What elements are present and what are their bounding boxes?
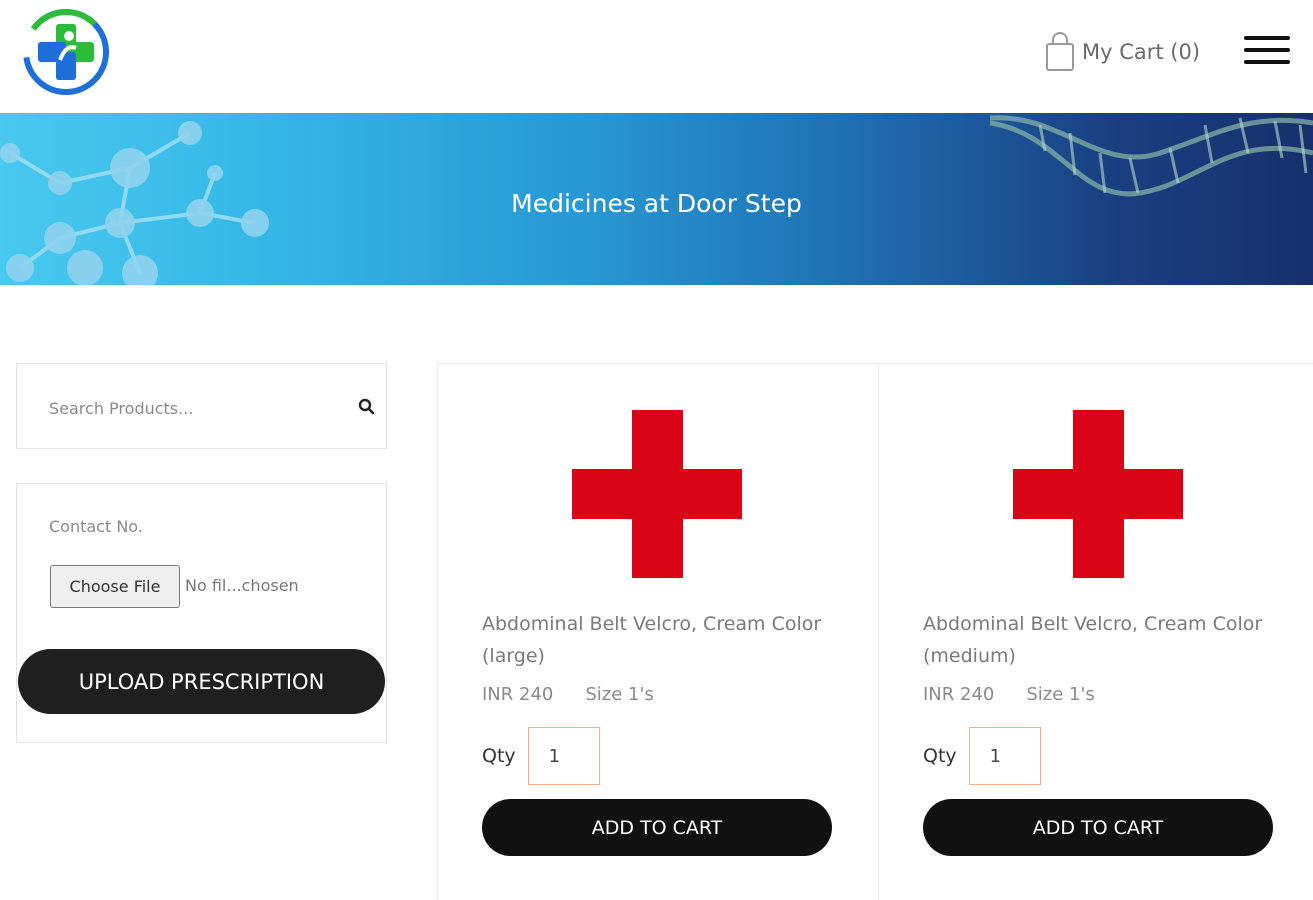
quantity-row: Qty <box>923 727 1041 785</box>
red-cross-icon[interactable] <box>572 410 742 578</box>
product-price: INR 240 <box>482 684 554 705</box>
product-card: Abdominal Belt Velcro, Cream Color (medi… <box>878 363 1313 900</box>
product-size: Size 1's <box>1026 684 1095 705</box>
product-meta: INR 240 Size 1's <box>923 684 1095 705</box>
add-to-cart-button[interactable]: ADD TO CART <box>482 799 832 856</box>
qty-label: Qty <box>923 745 957 767</box>
search-icon[interactable] <box>357 397 377 417</box>
search-panel <box>16 363 387 449</box>
banner-title: Medicines at Door Step <box>511 189 802 218</box>
quantity-input[interactable] <box>968 727 1041 785</box>
cart-link[interactable]: My Cart (0) <box>1044 32 1200 72</box>
product-price: INR 240 <box>923 684 995 705</box>
add-to-cart-button[interactable]: ADD TO CART <box>923 799 1273 856</box>
product-card: Abdominal Belt Velcro, Cream Color (larg… <box>437 363 878 900</box>
red-cross-icon[interactable] <box>1013 410 1183 578</box>
hamburger-menu-icon[interactable] <box>1244 36 1292 68</box>
shopping-bag-icon <box>1046 32 1074 71</box>
search-input[interactable] <box>49 394 329 422</box>
product-name[interactable]: Abdominal Belt Velcro, Cream Color (medi… <box>923 608 1273 672</box>
upload-prescription-button[interactable]: UPLOAD PRESCRIPTION <box>18 649 385 714</box>
choose-file-button[interactable]: Choose File <box>50 565 180 608</box>
quantity-row: Qty <box>482 727 600 785</box>
hero-banner: Medicines at Door Step <box>0 113 1313 285</box>
medical-cross-logo[interactable] <box>22 8 110 96</box>
logo-graphic <box>23 9 109 95</box>
contact-number-field[interactable] <box>49 512 349 540</box>
file-status-text: No fil...chosen <box>185 576 299 595</box>
product-size: Size 1's <box>585 684 654 705</box>
prescription-upload-panel: Choose File No fil...chosen UPLOAD PRESC… <box>16 483 387 743</box>
product-name[interactable]: Abdominal Belt Velcro, Cream Color (larg… <box>482 608 832 672</box>
cart-label: My Cart (0) <box>1082 40 1201 64</box>
qty-label: Qty <box>482 745 516 767</box>
quantity-input[interactable] <box>527 727 600 785</box>
product-meta: INR 240 Size 1's <box>482 684 654 705</box>
site-header: My Cart (0) <box>0 0 1313 113</box>
